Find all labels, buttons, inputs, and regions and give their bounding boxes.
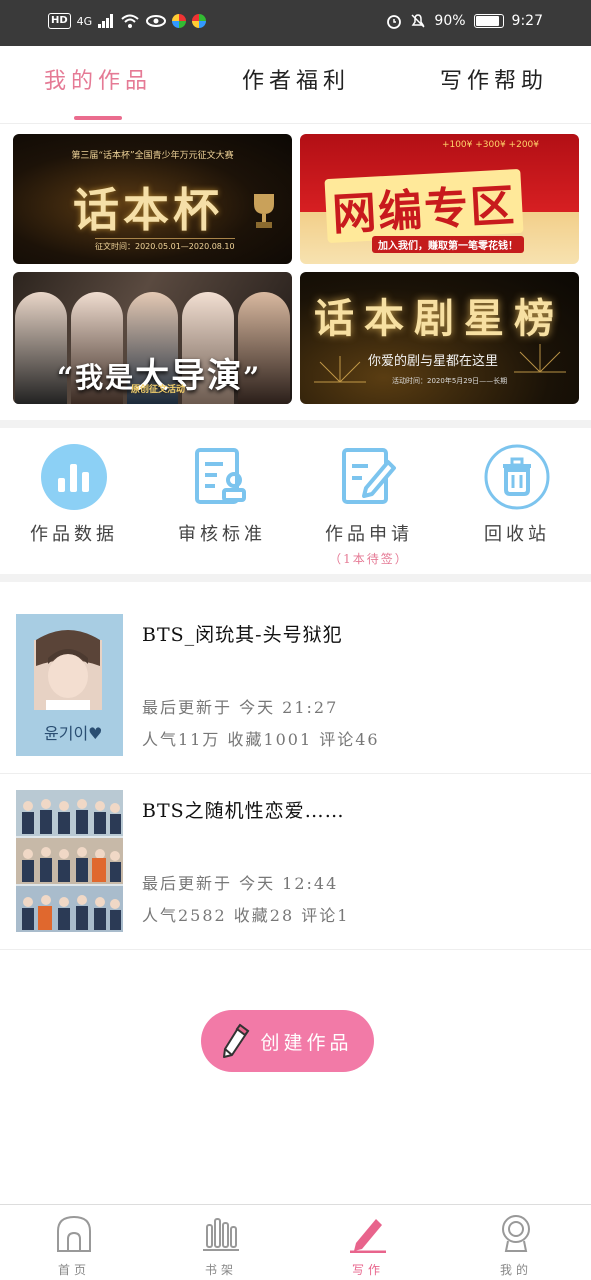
edit-document-icon	[336, 444, 402, 510]
wifi-icon	[121, 14, 139, 28]
quick-label: 回收站	[484, 524, 550, 545]
tab-author-benefits[interactable]: 作者福利	[234, 46, 358, 124]
banner-subtitle: 第三届“话本杯”全国青少年万元征文大赛	[71, 151, 234, 161]
pen-icon	[350, 1219, 386, 1254]
trophy-icon	[254, 194, 274, 228]
create-work-button[interactable]: 创建作品	[201, 1010, 374, 1072]
work-item[interactable]: BTS之随机性恋爱…… 最后更新于 今天 12:44 人气2582 收藏28 评…	[0, 774, 591, 950]
banner-date: 征文时间：2020.05.01—2020.08.10	[95, 238, 235, 252]
quick-label: 作品申请	[325, 524, 413, 545]
nav-write[interactable]: 写作	[318, 1213, 418, 1278]
work-updated: 最后更新于 今天 12:44	[142, 874, 339, 893]
review-standard-icon	[189, 444, 255, 510]
nav-label: 我的	[499, 1263, 532, 1277]
work-cover: 윤기이♥	[16, 614, 123, 756]
nav-home[interactable]: 首页	[24, 1213, 124, 1278]
banner-subtitle: 原创征文活动	[131, 385, 186, 395]
quick-label: 审核标准	[178, 524, 266, 545]
banner-date: 活动时间：2020年5月29日——长期	[392, 377, 508, 385]
banner-title: 网编专区	[324, 168, 524, 244]
tab-indicator	[74, 116, 122, 120]
top-tabs: 我的作品 作者福利 写作帮助	[0, 46, 591, 124]
pencil-icon	[223, 1023, 250, 1058]
tab-my-works[interactable]: 我的作品	[36, 46, 160, 124]
banner-subtitle: 加入我们，赚取第一笔零花钱！	[372, 236, 524, 253]
app-notification-icon	[192, 14, 207, 28]
profile-icon	[502, 1215, 530, 1252]
banner-star-ranking[interactable]: 话本剧星榜 你爱的剧与星都在这里 活动时间：2020年5月29日——长期	[300, 272, 579, 404]
clock: 9:27	[511, 13, 543, 29]
banner-title: 话本剧星榜	[314, 295, 564, 342]
bookshelf-icon	[203, 1218, 239, 1251]
nav-bookshelf[interactable]: 书架	[171, 1213, 271, 1278]
nav-label: 写作	[351, 1263, 384, 1277]
work-title: BTS_闵玧其-头号狱犯	[142, 624, 343, 646]
bottom-nav: 首页 书架 写作 我的	[0, 1204, 591, 1280]
pending-sign-note: （1本待签）	[329, 552, 409, 566]
nav-label: 书架	[204, 1263, 237, 1277]
banner-director[interactable]: “我是大导演” 原创征文活动	[13, 272, 292, 404]
battery-percent: 90%	[434, 13, 466, 29]
nav-label: 首页	[57, 1263, 90, 1277]
work-updated: 最后更新于 今天 21:27	[142, 698, 339, 717]
cover-signature: 윤기이♥	[44, 724, 103, 743]
network-type: 4G	[76, 14, 93, 28]
status-bar: HD 4G 90% 9:27	[0, 0, 591, 46]
work-title: BTS之随机性恋爱……	[142, 800, 345, 822]
home-icon	[57, 1215, 91, 1252]
section-divider	[0, 574, 591, 582]
alarm-icon	[387, 15, 402, 29]
work-item[interactable]: 윤기이♥ BTS_闵玧其-头号狱犯 最后更新于 今天 21:27 人气11万 收…	[0, 596, 591, 774]
banner-prices: +100¥ +300¥ +200¥	[441, 140, 539, 150]
battery-icon	[473, 14, 504, 28]
quick-works-data[interactable]: 作品数据	[14, 444, 134, 546]
banner-editor-zone[interactable]: +100¥ +300¥ +200¥ 网编专区 加入我们，赚取第一笔零花钱！	[300, 134, 579, 264]
create-work-label: 创建作品	[260, 1031, 353, 1054]
hd-icon: HD	[48, 13, 71, 29]
work-cover	[16, 790, 123, 932]
app-notification-icon	[172, 14, 187, 28]
trash-icon	[484, 444, 550, 510]
quick-review-standard[interactable]: 审核标准	[162, 444, 282, 546]
tab-writing-help[interactable]: 写作帮助	[432, 46, 556, 124]
work-stats: 人气2582 收藏28 评论1	[142, 906, 350, 925]
quick-works-apply[interactable]: 作品申请 （1本待签）	[309, 444, 429, 567]
quick-recycle-bin[interactable]: 回收站	[457, 444, 577, 546]
bar-chart-icon	[41, 444, 107, 510]
banner-title: 话本杯	[73, 183, 223, 237]
signal-icon	[98, 14, 114, 28]
banner-subtitle: 你爱的剧与星都在这里	[368, 354, 499, 369]
section-divider	[0, 420, 591, 428]
eye-icon	[146, 15, 167, 27]
work-stats: 人气11万 收藏1001 评论46	[142, 730, 380, 749]
nav-profile[interactable]: 我的	[466, 1213, 566, 1278]
quick-label: 作品数据	[30, 524, 118, 545]
mute-icon	[411, 14, 425, 28]
banner-huaben-cup[interactable]: 第三届“话本杯”全国青少年万元征文大赛 话本杯 征文时间：2020.05.01—…	[13, 134, 292, 264]
